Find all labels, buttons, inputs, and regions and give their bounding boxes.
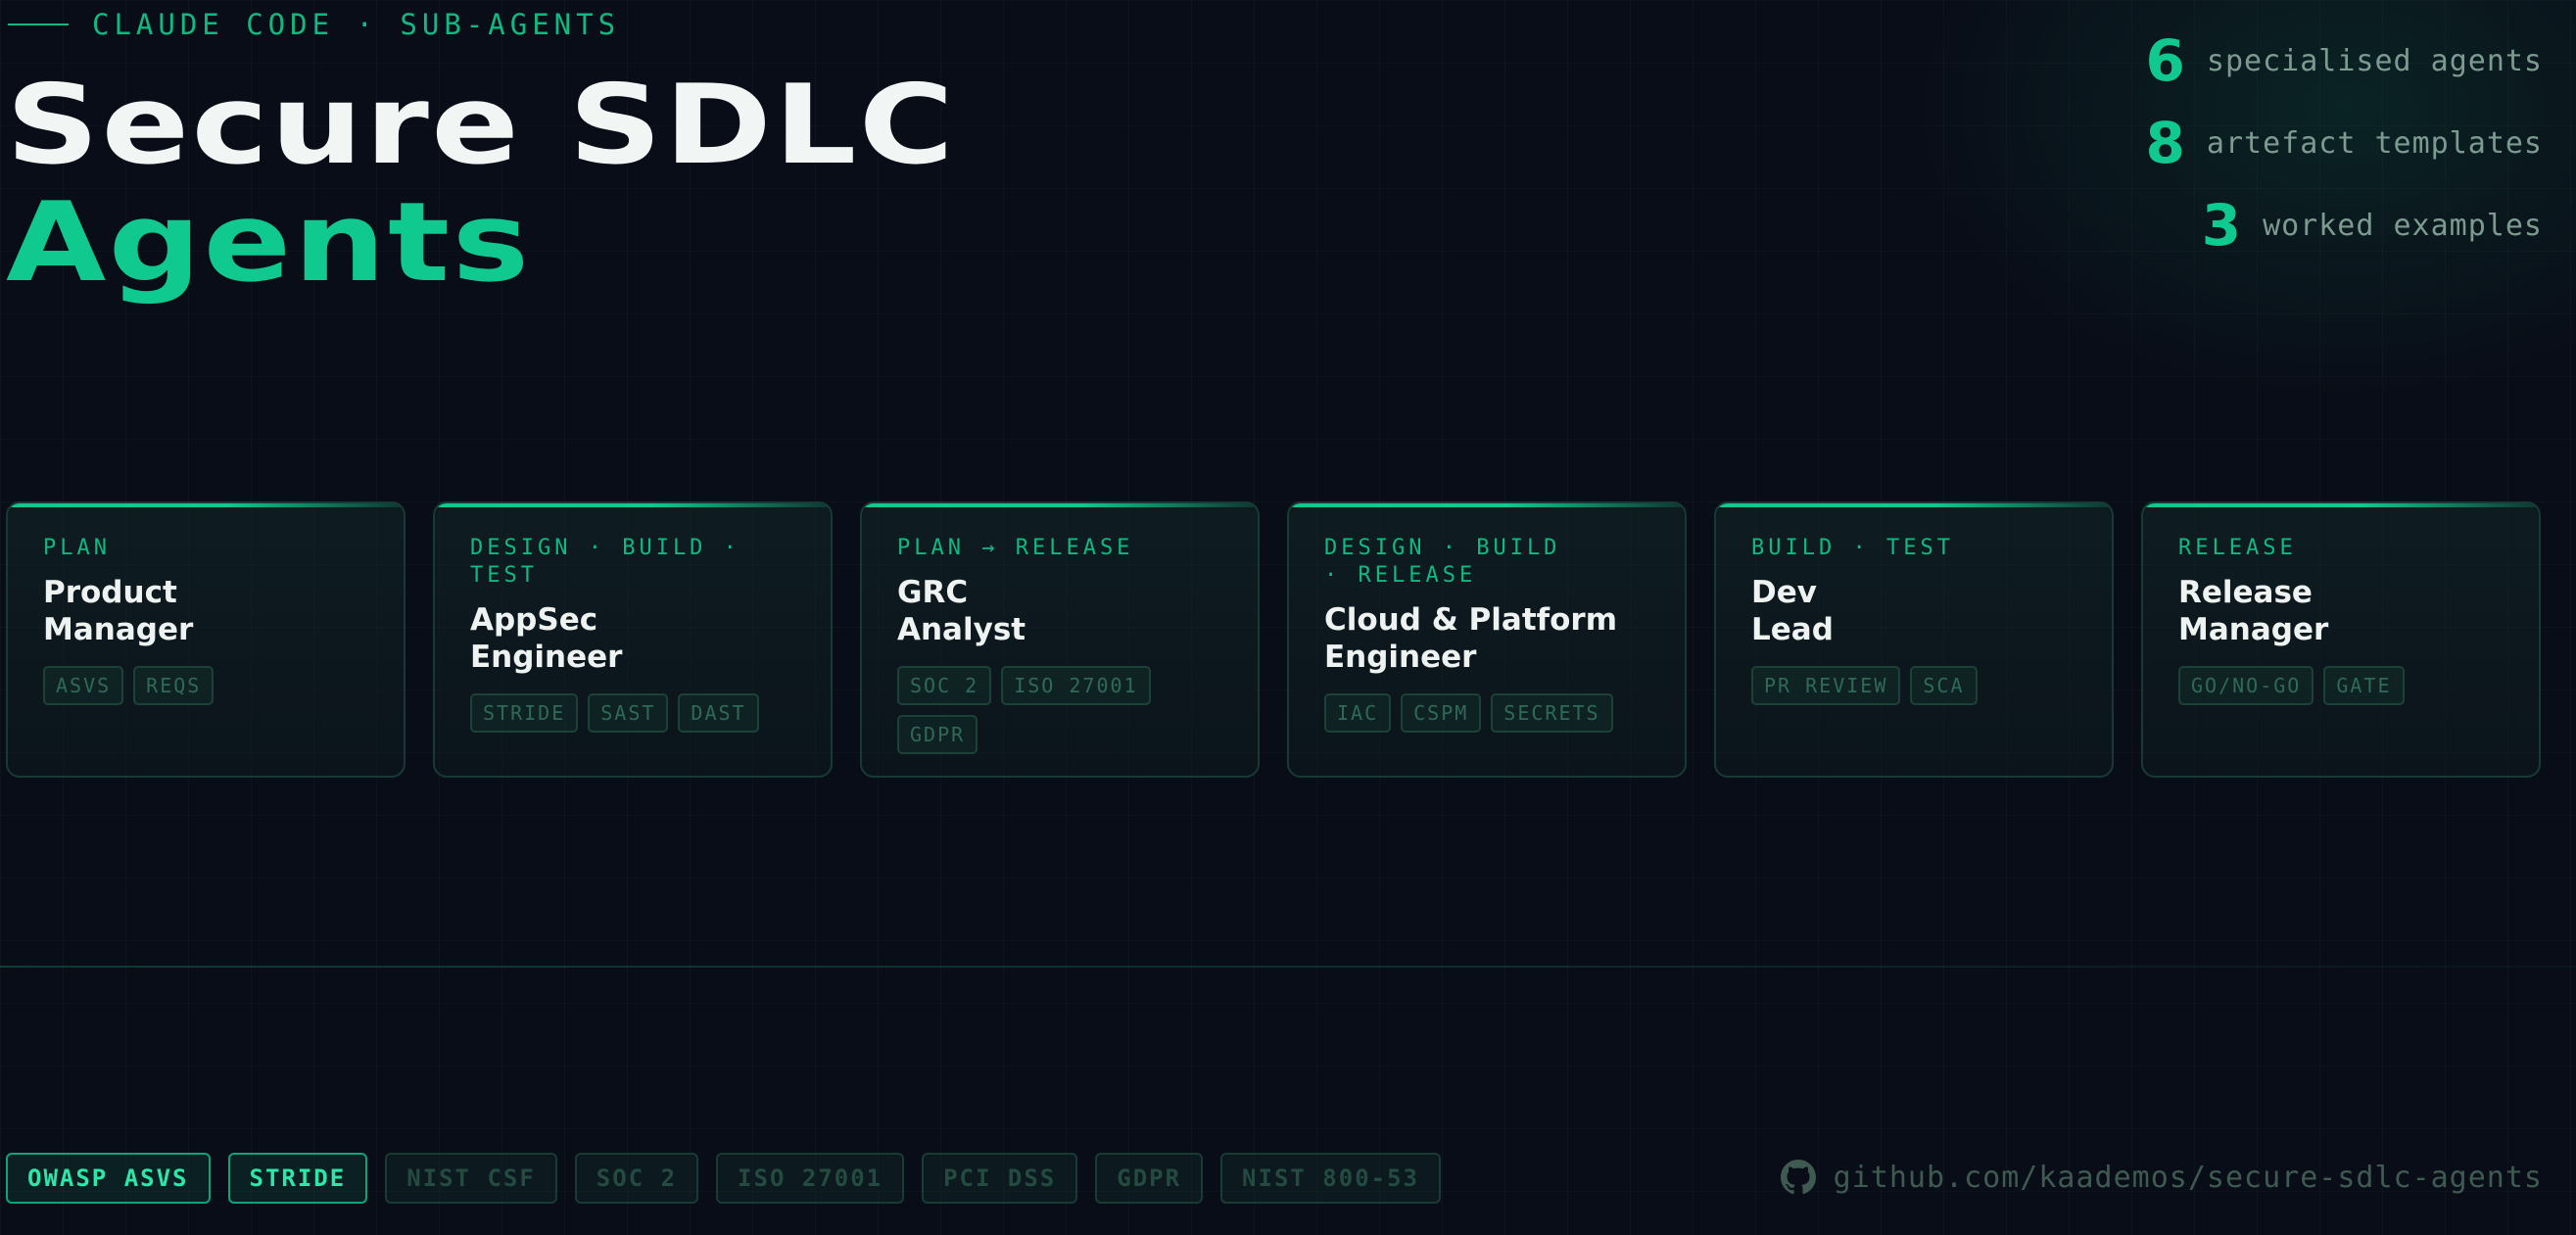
framework-pill-stride[interactable]: STRIDE — [227, 1153, 368, 1204]
framework-pill-iso-27001[interactable]: ISO 27001 — [716, 1153, 905, 1204]
stat-value: 8 — [2145, 110, 2185, 176]
agent-phase: PLAN → RELEASE — [897, 536, 1134, 560]
eyebrow-text: CLAUDE CODE · SUB-AGENTS — [92, 8, 621, 41]
github-icon — [1780, 1160, 1816, 1195]
agent-phase: DESIGN · BUILD · RELEASE — [1324, 536, 1561, 588]
agent-role-line: GRC — [897, 575, 969, 610]
agent-role-line: Engineer — [1324, 640, 1477, 675]
agent-card-dev-lead[interactable]: BUILD · TEST Dev Lead PR REVIEW SCA — [1714, 501, 2114, 778]
card-accent — [1716, 503, 2112, 507]
framework-pill-nist-csf[interactable]: NIST CSF — [385, 1153, 557, 1204]
agent-role-line: Lead — [1751, 612, 1834, 647]
agent-phase: DESIGN · BUILD · TEST — [470, 536, 740, 588]
eyebrow-line — [8, 24, 69, 25]
stat-templates: 8 artefact templates — [2146, 102, 2543, 184]
agent-tag: SOC 2 — [897, 666, 992, 705]
section-divider — [0, 966, 2576, 968]
agent-phase: PLAN — [43, 536, 111, 560]
agent-card-appsec-engineer[interactable]: DESIGN · BUILD · TEST AppSec Engineer ST… — [433, 501, 833, 778]
agent-role-line: Manager — [43, 612, 194, 647]
agent-tags: SOC 2 ISO 27001 GDPR — [897, 666, 1171, 754]
stat-agents: 6 specialised agents — [2146, 20, 2543, 102]
agent-role: Dev Lead — [1751, 574, 2076, 648]
card-accent — [2143, 503, 2539, 507]
stat-value: 6 — [2145, 27, 2185, 94]
agent-tag: STRIDE — [470, 693, 579, 733]
page-title: Secure SDLC Agents — [6, 67, 956, 302]
agent-phase: BUILD · TEST — [1751, 536, 1954, 560]
agent-role-line: Cloud & Platform — [1324, 602, 1618, 638]
stat-label: specialised agents — [2206, 43, 2543, 78]
agent-tag: CSPM — [1401, 693, 1482, 733]
framework-pills: OWASP ASVS STRIDE NIST CSF SOC 2 ISO 270… — [6, 1153, 1441, 1204]
agent-tag: REQS — [133, 666, 215, 705]
agent-role: Release Manager — [2178, 574, 2504, 648]
agent-tags: PR REVIEW SCA — [1751, 666, 2076, 705]
agent-role-line: Engineer — [470, 640, 623, 675]
agent-cards: PLAN Product Manager ASVS REQS DESIGN · … — [6, 501, 2541, 778]
agent-tag: ISO 27001 — [1001, 666, 1151, 705]
stat-label: worked examples — [2263, 208, 2543, 243]
framework-pill-gdpr[interactable]: GDPR — [1095, 1153, 1204, 1204]
agent-tag: ASVS — [43, 666, 124, 705]
framework-pill-soc-2[interactable]: SOC 2 — [574, 1153, 699, 1204]
agent-role: AppSec Engineer — [470, 601, 795, 676]
agent-tag: GDPR — [897, 715, 978, 754]
agent-tag: DAST — [678, 693, 759, 733]
agent-tag: GATE — [2323, 666, 2405, 705]
agent-tag: SECRETS — [1491, 693, 1613, 733]
agent-role: Cloud & Platform Engineer — [1324, 601, 1649, 676]
agent-card-release-manager[interactable]: RELEASE Release Manager GO/NO-GO GATE — [2141, 501, 2541, 778]
agent-tags: ASVS REQS — [43, 666, 368, 705]
stat-value: 3 — [2201, 192, 2242, 259]
eyebrow: CLAUDE CODE · SUB-AGENTS — [8, 8, 620, 41]
agent-role-line: Product — [43, 575, 177, 610]
framework-pill-nist-800-53[interactable]: NIST 800-53 — [1220, 1153, 1441, 1204]
stat-label: artefact templates — [2206, 125, 2543, 161]
agent-role: GRC Analyst — [897, 574, 1222, 648]
agent-phase: RELEASE — [2178, 536, 2297, 560]
repo-url: github.com/kaademos/secure-sdlc-agents — [1833, 1160, 2543, 1195]
title-line-2: Agents — [6, 179, 532, 307]
stat-examples: 3 worked examples — [2146, 184, 2543, 266]
framework-pill-pci-dss[interactable]: PCI DSS — [922, 1153, 1078, 1204]
card-accent — [8, 503, 404, 507]
agent-tags: IAC CSPM SECRETS — [1324, 693, 1649, 733]
agent-role-line: Analyst — [897, 612, 1026, 647]
agent-tag: PR REVIEW — [1751, 666, 1901, 705]
agent-card-grc-analyst[interactable]: PLAN → RELEASE GRC Analyst SOC 2 ISO 270… — [860, 501, 1260, 778]
title-line-1: Secure SDLC — [6, 62, 957, 189]
agent-role-line: Release — [2178, 575, 2313, 610]
repo-link[interactable]: github.com/kaademos/secure-sdlc-agents — [1780, 1160, 2543, 1195]
agent-tag: SCA — [1910, 666, 1978, 705]
agent-role-line: Manager — [2178, 612, 2329, 647]
card-accent — [435, 503, 831, 507]
card-accent — [862, 503, 1258, 507]
agent-tag: GO/NO-GO — [2178, 666, 2314, 705]
framework-pill-owasp-asvs[interactable]: OWASP ASVS — [6, 1153, 211, 1204]
agent-role-line: Dev — [1751, 575, 1817, 610]
agent-tags: GO/NO-GO GATE — [2178, 666, 2504, 705]
stats-panel: 6 specialised agents 8 artefact template… — [2146, 20, 2543, 266]
agent-role: Product Manager — [43, 574, 368, 648]
agent-tag: SAST — [588, 693, 669, 733]
agent-role-line: AppSec — [470, 602, 598, 638]
agent-tag: IAC — [1324, 693, 1392, 733]
agent-tags: STRIDE SAST DAST — [470, 693, 795, 733]
agent-card-product-manager[interactable]: PLAN Product Manager ASVS REQS — [6, 501, 405, 778]
agent-card-cloud-platform-engineer[interactable]: DESIGN · BUILD · RELEASE Cloud & Platfor… — [1287, 501, 1687, 778]
card-accent — [1289, 503, 1685, 507]
